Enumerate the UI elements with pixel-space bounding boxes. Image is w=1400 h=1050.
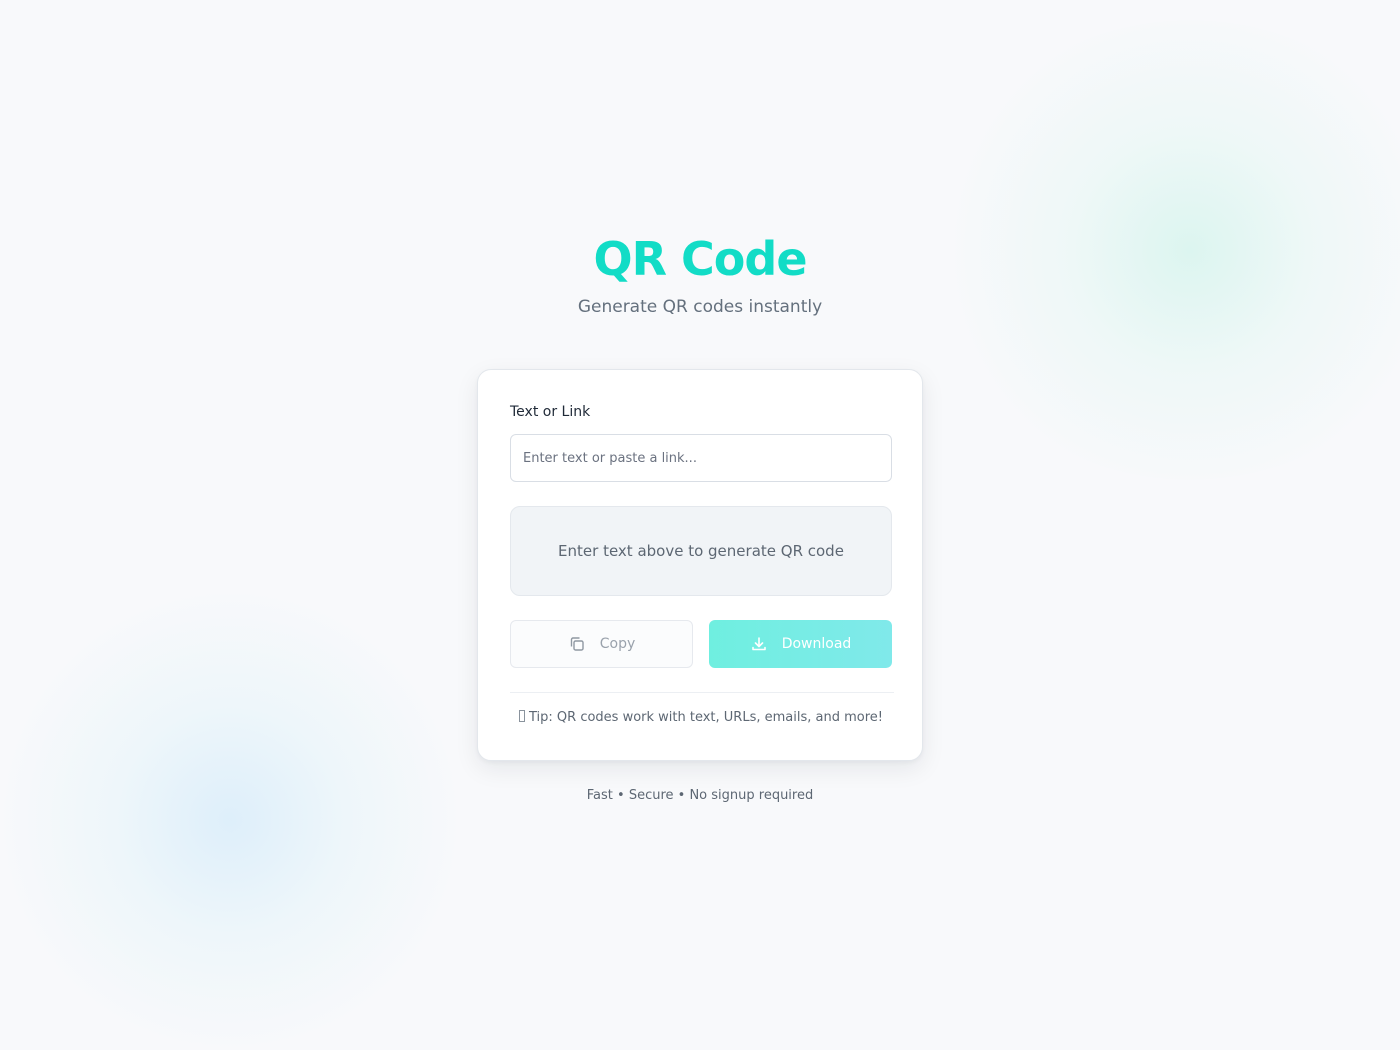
copy-icon — [568, 635, 586, 653]
download-icon — [750, 635, 768, 653]
download-button[interactable]: Download — [709, 620, 892, 668]
tip-text: Tip: QR codes work with text, URLs, emai… — [478, 710, 924, 725]
page-subtitle: Generate QR codes instantly — [577, 297, 823, 318]
page-title: QR Code — [593, 232, 807, 286]
tip-text-content: Tip: QR codes work with text, URLs, emai… — [529, 710, 883, 725]
qr-preview-area: Enter text above to generate QR code — [510, 506, 892, 596]
download-button-label: Download — [781, 636, 852, 652]
qr-generator-card: Text or Link Enter text above to generat… — [477, 369, 923, 761]
page-header: QR Code Generate QR codes instantly — [0, 232, 1400, 317]
copy-button[interactable]: Copy — [510, 620, 693, 668]
text-or-link-label: Text or Link — [510, 404, 591, 420]
background-glow-bottom-left — [0, 580, 460, 1050]
copy-button-label: Copy — [599, 636, 636, 652]
lightbulb-icon — [519, 710, 525, 722]
qr-preview-placeholder: Enter text above to generate QR code — [558, 542, 844, 560]
text-or-link-input[interactable] — [510, 434, 892, 482]
footer-tagline: Fast • Secure • No signup required — [586, 788, 814, 803]
card-divider — [510, 692, 894, 693]
